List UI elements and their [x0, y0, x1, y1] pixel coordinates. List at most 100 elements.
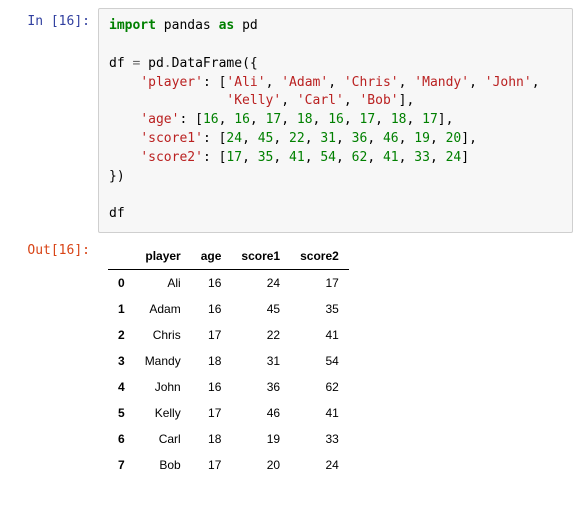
code-text: ,	[328, 75, 344, 90]
code-text: ,	[336, 131, 352, 146]
code-text: ,	[219, 112, 235, 127]
cell: 31	[231, 348, 290, 374]
str: 'Adam'	[281, 75, 328, 90]
row-index: 3	[108, 348, 135, 374]
cell: 18	[191, 348, 232, 374]
num: 19	[414, 131, 430, 146]
cell: 22	[231, 322, 290, 348]
table-row: 4 John 16 36 62	[108, 374, 349, 400]
cell: 41	[290, 400, 349, 426]
code-text: ,	[469, 75, 485, 90]
code-text	[109, 75, 140, 90]
code-op: .	[164, 56, 172, 71]
num: 54	[320, 150, 336, 165]
col-header: score2	[290, 243, 349, 270]
code-text: ,	[375, 112, 391, 127]
cell: 35	[290, 296, 349, 322]
code-text	[109, 112, 140, 127]
code-text: ],	[438, 112, 454, 127]
num: 17	[266, 112, 282, 127]
row-index: 6	[108, 426, 135, 452]
str: 'Kelly'	[226, 93, 281, 108]
code-text: pandas	[156, 18, 219, 33]
code-text: ]	[461, 150, 469, 165]
table-row: 6 Carl 18 19 33	[108, 426, 349, 452]
num: 41	[383, 150, 399, 165]
code-text: ,	[242, 150, 258, 165]
code-text	[109, 131, 140, 146]
str: 'Ali'	[226, 75, 265, 90]
code-text: DataFrame({	[172, 56, 258, 71]
code-text: ,	[266, 75, 282, 90]
code-text: ,	[313, 112, 329, 127]
str: 'score1'	[140, 131, 203, 146]
code-text: ,	[344, 112, 360, 127]
code-text: : [	[179, 112, 202, 127]
num: 16	[328, 112, 344, 127]
code-text: ,	[281, 112, 297, 127]
output-prompt: Out[16]:	[8, 237, 98, 258]
cell: 24	[290, 452, 349, 478]
code-text: ,	[273, 150, 289, 165]
code-text: ,	[367, 131, 383, 146]
row-index: 4	[108, 374, 135, 400]
dataframe-table: player age score1 score2 0 Ali 16 24 17 …	[108, 243, 349, 478]
num: 18	[297, 112, 313, 127]
cell: 41	[290, 322, 349, 348]
table-row: 5 Kelly 17 46 41	[108, 400, 349, 426]
cell: Mandy	[135, 348, 191, 374]
code-text: ,	[399, 150, 415, 165]
code-text: ,	[273, 131, 289, 146]
cell: 54	[290, 348, 349, 374]
cell: 62	[290, 374, 349, 400]
cell: 36	[231, 374, 290, 400]
code-text: ,	[344, 93, 360, 108]
row-index: 5	[108, 400, 135, 426]
cell: 17	[290, 270, 349, 297]
input-prompt: In [16]:	[8, 8, 98, 29]
code-text: ],	[399, 93, 415, 108]
num: 36	[352, 131, 368, 146]
cell: 20	[231, 452, 290, 478]
code-text: pd	[140, 56, 163, 71]
code-text: : [	[203, 131, 226, 146]
code-text	[109, 93, 226, 108]
col-header: score1	[231, 243, 290, 270]
cell: 17	[191, 400, 232, 426]
num: 24	[446, 150, 462, 165]
code-text: ,	[336, 150, 352, 165]
corner-cell	[108, 243, 135, 270]
kw-as: as	[219, 18, 235, 33]
str: 'Mandy'	[414, 75, 469, 90]
num: 31	[320, 131, 336, 146]
cell: 19	[231, 426, 290, 452]
num: 35	[258, 150, 274, 165]
row-index: 0	[108, 270, 135, 297]
cell: 45	[231, 296, 290, 322]
table-header-row: player age score1 score2	[108, 243, 349, 270]
code-text: ,	[281, 93, 297, 108]
col-header: player	[135, 243, 191, 270]
str: 'age'	[140, 112, 179, 127]
cell: 16	[191, 270, 232, 297]
cell: 16	[191, 296, 232, 322]
code-text: pd	[234, 18, 257, 33]
kw-import: import	[109, 18, 156, 33]
code-text: })	[109, 169, 125, 184]
cell: 16	[191, 374, 232, 400]
cell: Kelly	[135, 400, 191, 426]
cell: 46	[231, 400, 290, 426]
table-row: 2 Chris 17 22 41	[108, 322, 349, 348]
code-input[interactable]: import pandas as pd df = pd.DataFrame({ …	[98, 8, 573, 233]
str: 'John'	[485, 75, 532, 90]
num: 17	[226, 150, 242, 165]
str: 'score2'	[140, 150, 203, 165]
code-text	[109, 150, 140, 165]
num: 22	[289, 131, 305, 146]
num: 16	[234, 112, 250, 127]
cell: 17	[191, 452, 232, 478]
cell: Bob	[135, 452, 191, 478]
num: 17	[360, 112, 376, 127]
code-text: ,	[399, 131, 415, 146]
cell: John	[135, 374, 191, 400]
